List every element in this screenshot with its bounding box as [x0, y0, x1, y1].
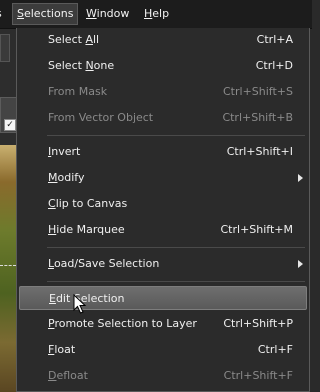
menu-selections[interactable]: Selections: [12, 3, 78, 25]
shortcut-label: Ctrl+Shift+I: [226, 145, 293, 158]
menu-item-from-vector-object[interactable]: From Vector Object Ctrl+Shift+B: [19, 106, 307, 130]
shortcut-label: Ctrl+Shift+B: [222, 111, 293, 124]
menu-item-invert[interactable]: Invert Ctrl+Shift+I: [19, 140, 307, 164]
shortcut-label: Ctrl+Shift+S: [223, 85, 293, 98]
canvas-guide: [0, 265, 16, 268]
chevron-right-icon: [298, 260, 303, 268]
menu-separator: [47, 281, 305, 282]
menu-partial-item[interactable]: s: [0, 3, 10, 25]
mouse-pointer-icon: [73, 294, 87, 314]
shortcut-label: Ctrl+Shift+F: [223, 369, 293, 382]
background-toolbar: [0, 34, 10, 62]
menu-item-from-mask[interactable]: From Mask Ctrl+Shift+S: [19, 80, 307, 104]
menu-separator: [47, 247, 305, 248]
menu-item-load-save-selection[interactable]: Load/Save Selection: [19, 252, 307, 276]
menu-separator: [47, 135, 305, 136]
shortcut-label: Ctrl+Shift+M: [220, 223, 294, 236]
shortcut-label: Ctrl+D: [255, 59, 293, 72]
menu-item-float[interactable]: Float Ctrl+F: [19, 338, 307, 362]
background-canvas-image: [0, 145, 16, 392]
menu-help[interactable]: Help: [140, 3, 174, 25]
menu-item-edit-selection[interactable]: Edit Selection: [19, 286, 307, 310]
menu-item-clip-to-canvas[interactable]: Clip to Canvas: [19, 192, 307, 216]
menu-item-promote-selection[interactable]: Promote Selection to Layer Ctrl+Shift+P: [19, 312, 307, 336]
checkmark-icon[interactable]: ✓: [4, 119, 16, 131]
menu-item-defloat[interactable]: Defloat Ctrl+Shift+F: [19, 364, 307, 388]
menu-item-hide-marquee[interactable]: Hide Marquee Ctrl+Shift+M: [19, 218, 307, 242]
chevron-right-icon: [298, 174, 303, 182]
menu-bar: s Selections Window Help: [0, 0, 312, 29]
selections-dropdown-menu: Select All Ctrl+A Select None Ctrl+D Fro…: [16, 28, 310, 392]
menu-item-select-none[interactable]: Select None Ctrl+D: [19, 54, 307, 78]
menu-item-modify[interactable]: Modify: [19, 166, 307, 190]
menu-window[interactable]: Window: [82, 3, 132, 25]
shortcut-label: Ctrl+A: [256, 33, 293, 46]
menu-item-select-all[interactable]: Select All Ctrl+A: [19, 28, 307, 52]
shortcut-label: Ctrl+Shift+P: [223, 317, 293, 330]
shortcut-label: Ctrl+F: [257, 343, 293, 356]
